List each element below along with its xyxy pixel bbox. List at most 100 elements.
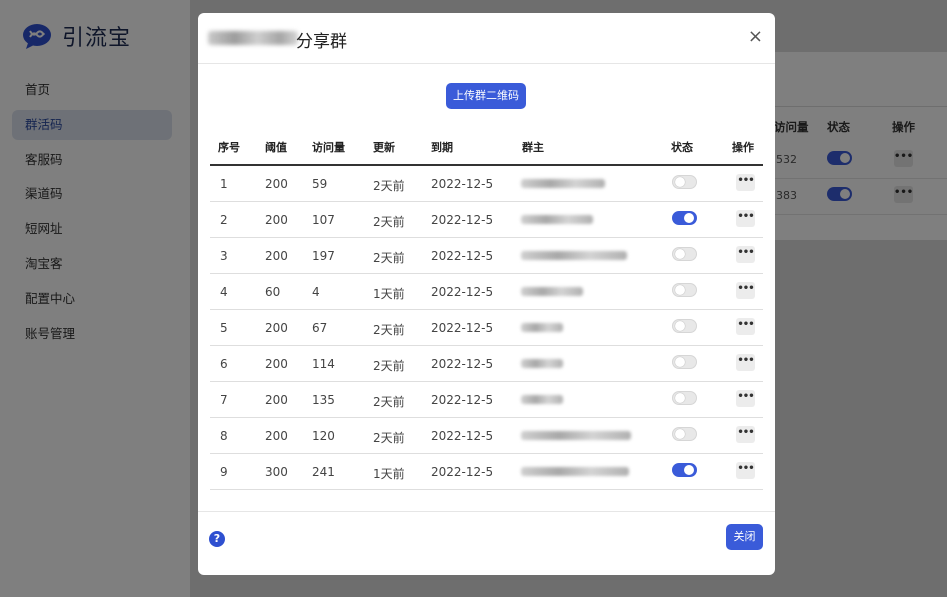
table-row: 2 200 107 2天前 2022-12-5 ••• — [210, 202, 763, 238]
row-expires: 2022-12-5 — [431, 285, 494, 299]
more-dots-icon[interactable]: ••• — [736, 210, 755, 227]
more-dots-icon[interactable]: ••• — [736, 390, 755, 407]
row-visits: 135 — [312, 393, 335, 407]
row-updated: 2天前 — [373, 359, 405, 373]
table-body: 1 200 59 2天前 2022-12-5 ••• 2 200 107 2天前 2022-12-5… — [210, 166, 763, 490]
column-header-owner: 群主 — [522, 141, 544, 154]
redacted-owner-name — [521, 431, 631, 440]
row-updated: 2天前 — [373, 431, 405, 445]
row-threshold: 300 — [265, 465, 288, 479]
status-toggle[interactable] — [672, 463, 697, 477]
row-index: 1 — [220, 177, 228, 191]
table-row: 9 300 241 1天前 2022-12-5 ••• — [210, 454, 763, 490]
share-group-modal: 分享群 × 上传群二维码 序号 阈值 访问量 更新 到期 群主 状态 操作 12… — [198, 13, 775, 575]
column-header-visits: 访问量 — [312, 141, 345, 154]
redacted-owner-name — [521, 359, 563, 368]
more-dots-icon[interactable]: ••• — [736, 282, 755, 299]
column-header-threshold: 阈值 — [265, 141, 287, 154]
row-expires: 2022-12-5 — [431, 357, 494, 371]
modal-header: 分享群 × — [198, 13, 775, 64]
row-index: 5 — [220, 321, 228, 335]
status-toggle[interactable] — [672, 175, 697, 189]
upload-qr-code-button[interactable]: 上传群二维码 — [446, 83, 526, 109]
status-toggle[interactable] — [672, 211, 697, 225]
table-row: 7 200 135 2天前 2022-12-5 ••• — [210, 382, 763, 418]
modal-footer: ? 关闭 — [198, 511, 775, 575]
redacted-owner-name — [521, 467, 629, 476]
more-dots-icon[interactable]: ••• — [736, 174, 755, 191]
row-visits: 241 — [312, 465, 335, 479]
more-dots-icon[interactable]: ••• — [736, 462, 755, 479]
row-threshold: 200 — [265, 357, 288, 371]
redacted-title-text — [208, 31, 298, 45]
row-expires: 2022-12-5 — [431, 249, 494, 263]
row-index: 7 — [220, 393, 228, 407]
close-icon[interactable]: × — [748, 26, 763, 47]
status-toggle[interactable] — [672, 247, 697, 261]
modal-title: 分享群 — [296, 32, 347, 52]
row-expires: 2022-12-5 — [431, 393, 494, 407]
column-header-updated: 更新 — [373, 141, 395, 154]
column-header-expires: 到期 — [431, 141, 453, 154]
row-updated: 2天前 — [373, 179, 405, 193]
status-toggle[interactable] — [672, 391, 697, 405]
row-index: 2 — [220, 213, 228, 227]
redacted-owner-name — [521, 287, 583, 296]
table-row: 4 60 4 1天前 2022-12-5 ••• — [210, 274, 763, 310]
table-header: 序号 阈值 访问量 更新 到期 群主 状态 操作 — [210, 128, 763, 166]
row-updated: 2天前 — [373, 323, 405, 337]
row-updated: 2天前 — [373, 251, 405, 265]
status-toggle[interactable] — [672, 283, 697, 297]
redacted-owner-name — [521, 179, 605, 188]
row-visits: 67 — [312, 321, 328, 335]
row-threshold: 200 — [265, 321, 288, 335]
column-header-status: 状态 — [671, 141, 693, 154]
row-updated: 1天前 — [373, 467, 405, 481]
row-visits: 197 — [312, 249, 335, 263]
row-expires: 2022-12-5 — [431, 465, 494, 479]
status-toggle[interactable] — [672, 427, 697, 441]
table-row: 8 200 120 2天前 2022-12-5 ••• — [210, 418, 763, 454]
row-expires: 2022-12-5 — [431, 213, 494, 227]
question-circle-icon[interactable]: ? — [209, 531, 225, 547]
row-threshold: 200 — [265, 177, 288, 191]
row-index: 3 — [220, 249, 228, 263]
more-dots-icon[interactable]: ••• — [736, 354, 755, 371]
row-visits: 59 — [312, 177, 328, 191]
more-dots-icon[interactable]: ••• — [736, 318, 755, 335]
redacted-owner-name — [521, 251, 627, 260]
row-updated: 2天前 — [373, 395, 405, 409]
redacted-owner-name — [521, 215, 593, 224]
row-threshold: 60 — [265, 285, 281, 299]
table-row: 6 200 114 2天前 2022-12-5 ••• — [210, 346, 763, 382]
row-updated: 1天前 — [373, 287, 405, 301]
row-index: 8 — [220, 429, 228, 443]
status-toggle[interactable] — [672, 355, 697, 369]
table-row: 3 200 197 2天前 2022-12-5 ••• — [210, 238, 763, 274]
row-updated: 2天前 — [373, 215, 405, 229]
row-index: 6 — [220, 357, 228, 371]
redacted-owner-name — [521, 395, 563, 404]
row-threshold: 200 — [265, 393, 288, 407]
group-table: 序号 阈值 访问量 更新 到期 群主 状态 操作 1 200 59 2天前 2022-1… — [210, 128, 763, 490]
row-expires: 2022-12-5 — [431, 177, 494, 191]
column-header-index: 序号 — [218, 141, 240, 154]
row-expires: 2022-12-5 — [431, 321, 494, 335]
row-expires: 2022-12-5 — [431, 429, 494, 443]
row-visits: 114 — [312, 357, 335, 371]
row-threshold: 200 — [265, 249, 288, 263]
row-visits: 107 — [312, 213, 335, 227]
row-visits: 120 — [312, 429, 335, 443]
redacted-owner-name — [521, 323, 563, 332]
close-button[interactable]: 关闭 — [726, 524, 763, 550]
table-row: 1 200 59 2天前 2022-12-5 ••• — [210, 166, 763, 202]
row-visits: 4 — [312, 285, 320, 299]
column-header-actions: 操作 — [732, 141, 754, 154]
more-dots-icon[interactable]: ••• — [736, 426, 755, 443]
more-dots-icon[interactable]: ••• — [736, 246, 755, 263]
row-index: 9 — [220, 465, 228, 479]
table-row: 5 200 67 2天前 2022-12-5 ••• — [210, 310, 763, 346]
row-threshold: 200 — [265, 213, 288, 227]
status-toggle[interactable] — [672, 319, 697, 333]
row-threshold: 200 — [265, 429, 288, 443]
